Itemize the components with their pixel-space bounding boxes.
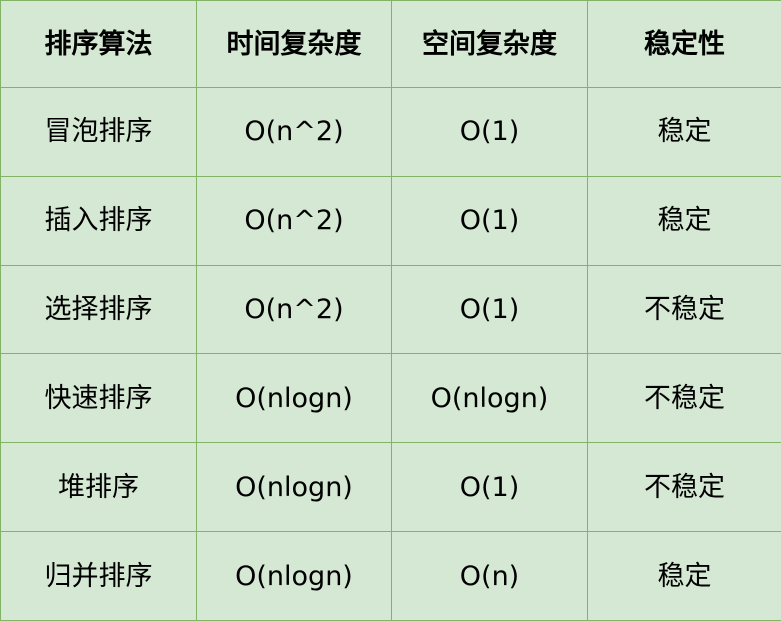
cell-stability: 稳定 [587, 531, 781, 621]
table-header-row: 排序算法 时间复杂度 空间复杂度 稳定性 [0, 0, 781, 88]
cell-stability: 稳定 [587, 87, 781, 177]
cell-space-complexity: O(1) [391, 442, 588, 533]
cell-time-complexity: O(nlogn) [196, 353, 392, 444]
header-space-complexity: 空间复杂度 [391, 0, 588, 88]
cell-algorithm: 选择排序 [0, 264, 197, 355]
cell-stability: 稳定 [587, 175, 781, 266]
cell-stability: 不稳定 [587, 264, 781, 355]
table-row: 快速排序 O(nlogn) O(nlogn) 不稳定 [0, 353, 781, 444]
cell-space-complexity: O(1) [391, 87, 588, 177]
table-row: 插入排序 O(n^2) O(1) 稳定 [0, 175, 781, 266]
cell-space-complexity: O(nlogn) [391, 353, 588, 444]
sorting-comparison-table: 排序算法 时间复杂度 空间复杂度 稳定性 冒泡排序 O(n^2) O(1) 稳定… [0, 0, 781, 621]
header-time-complexity: 时间复杂度 [196, 0, 392, 88]
cell-space-complexity: O(1) [391, 175, 588, 266]
cell-algorithm: 归并排序 [0, 531, 197, 621]
cell-stability: 不稳定 [587, 353, 781, 444]
cell-algorithm: 冒泡排序 [0, 87, 197, 177]
cell-time-complexity: O(n^2) [196, 175, 392, 266]
cell-time-complexity: O(nlogn) [196, 442, 392, 533]
table-row: 归并排序 O(nlogn) O(n) 稳定 [0, 531, 781, 621]
header-algorithm: 排序算法 [0, 0, 197, 88]
table-row: 冒泡排序 O(n^2) O(1) 稳定 [0, 87, 781, 177]
cell-stability: 不稳定 [587, 442, 781, 533]
cell-time-complexity: O(n^2) [196, 87, 392, 177]
header-stability: 稳定性 [587, 0, 781, 88]
cell-algorithm: 堆排序 [0, 442, 197, 533]
cell-time-complexity: O(n^2) [196, 264, 392, 355]
table-row: 选择排序 O(n^2) O(1) 不稳定 [0, 264, 781, 355]
cell-space-complexity: O(1) [391, 264, 588, 355]
cell-time-complexity: O(nlogn) [196, 531, 392, 621]
cell-algorithm: 插入排序 [0, 175, 197, 266]
cell-space-complexity: O(n) [391, 531, 588, 621]
table-row: 堆排序 O(nlogn) O(1) 不稳定 [0, 442, 781, 533]
cell-algorithm: 快速排序 [0, 353, 197, 444]
